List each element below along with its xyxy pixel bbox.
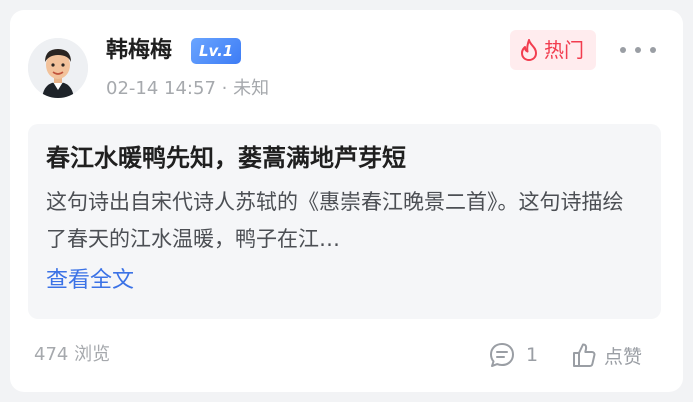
read-more-link[interactable]: 查看全文 — [46, 264, 134, 298]
post-location: 未知 — [233, 78, 270, 99]
thumbs-up-icon — [573, 343, 596, 367]
comment-icon — [490, 343, 514, 367]
level-badge: Lv.1 — [191, 38, 242, 64]
post-meta: 02-14 14:57 · 未知 — [106, 76, 269, 102]
post-content[interactable]: 春江水暖鸭先知，蒌蒿满地芦芽短 这句诗出自宋代诗人苏轼的《惠崇春江晚景二首》。这… — [28, 124, 661, 319]
hot-tag-label: 热门 — [544, 38, 584, 62]
view-count: 474 浏览 — [34, 344, 111, 365]
more-dot-icon — [635, 47, 641, 53]
avatar-image — [28, 38, 88, 98]
post-card[interactable]: 韩梅梅 Lv.1 02-14 14:57 · 未知 热门 春江水暖鸭先知，蒌蒿满… — [10, 10, 683, 392]
more-options-button[interactable] — [620, 38, 656, 62]
flame-icon — [521, 39, 537, 61]
post-excerpt: 这句诗出自宋代诗人苏轼的《惠崇春江晚景二首》。这句诗描绘了春天的江水温暖，鸭子在… — [46, 190, 624, 251]
meta-separator: · — [215, 78, 234, 99]
post-title[interactable]: 春江水暖鸭先知，蒌蒿满地芦芽短 — [46, 140, 406, 176]
more-dot-icon — [650, 47, 656, 53]
hot-tag: 热门 — [510, 30, 596, 70]
comment-count: 1 — [526, 344, 539, 366]
comment-button[interactable]: 1 — [488, 340, 538, 370]
post-timestamp: 02-14 14:57 — [106, 78, 216, 99]
like-label: 点赞 — [604, 345, 643, 368]
like-button[interactable]: 点赞 — [570, 340, 642, 370]
avatar[interactable] — [28, 38, 88, 98]
more-dot-icon — [620, 47, 626, 53]
author-name[interactable]: 韩梅梅 — [106, 36, 172, 66]
